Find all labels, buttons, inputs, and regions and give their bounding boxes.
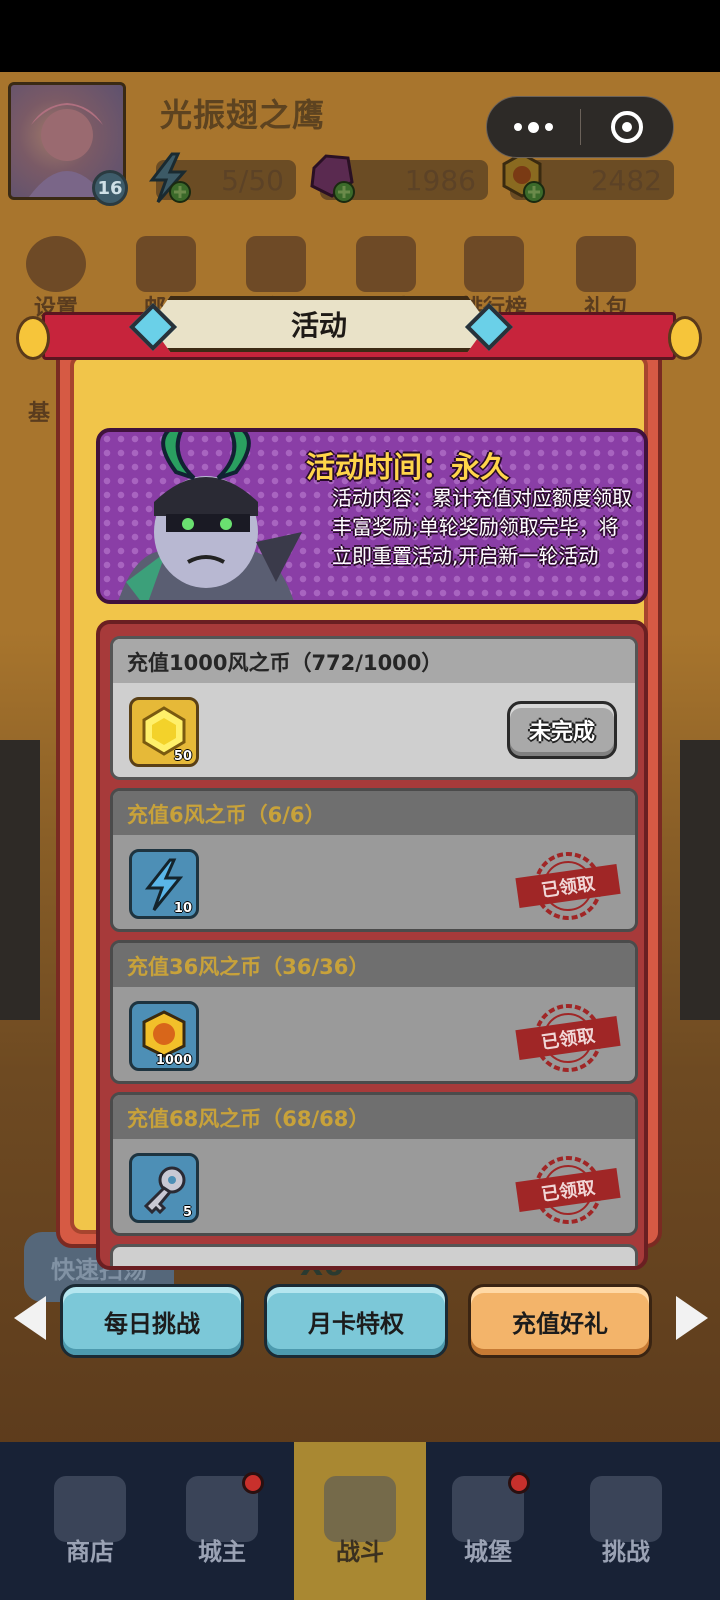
- claimed-stamp: 已领取: [515, 845, 621, 927]
- player-level-badge: 16: [92, 170, 128, 206]
- coin-counter[interactable]: 2482: [502, 152, 674, 203]
- next-arrow-icon[interactable]: [676, 1296, 708, 1340]
- dialog-frame: 活动时间：永久 活动内容：累计充值对应额度领取丰富奖励;单轮奖励领取完毕，将立即…: [56, 340, 662, 1270]
- more-button[interactable]: [487, 96, 580, 158]
- gear-icon: [26, 236, 86, 292]
- demon-hero-portrait-icon: [118, 432, 302, 600]
- prev-arrow-icon[interactable]: [14, 1296, 46, 1340]
- nav-label: 城堡: [464, 1538, 512, 1566]
- lightning-icon: [148, 152, 191, 203]
- activity-gift-icon: [246, 236, 306, 292]
- nav-label: 城主: [198, 1538, 246, 1566]
- activity-description: 活动内容：累计充值对应额度领取丰富奖励;单轮奖励领取完毕，将立即重置活动,开启新…: [332, 486, 632, 568]
- incomplete-button[interactable]: 未完成: [507, 701, 617, 759]
- reward-count: 10: [173, 901, 192, 916]
- close-miniprogram-button[interactable]: [581, 96, 673, 158]
- reward-item[interactable]: 5: [129, 1153, 199, 1223]
- gem-icon: [310, 154, 355, 203]
- reward-item[interactable]: 50: [129, 697, 199, 767]
- lamp-post-right: [680, 740, 720, 1020]
- dialog-body: 活动时间：永久 活动内容：累计充值对应额度领取丰富奖励;单轮奖励领取完毕，将立即…: [70, 354, 648, 1270]
- monthly-card-button[interactable]: 月卡特权: [264, 1284, 448, 1358]
- activity-time: 活动时间：永久: [306, 450, 510, 484]
- gem-value: 1986: [404, 163, 476, 197]
- recharge-gift-button[interactable]: 充值好礼: [468, 1284, 652, 1358]
- task-row: [110, 1244, 638, 1266]
- bottom-nav: 商店 城主 战斗 城堡 挑战: [0, 1442, 720, 1600]
- mail-icon: [136, 236, 196, 292]
- task-title: 充值6风之币（6/6）: [127, 803, 326, 827]
- miniprogram-capsule: [486, 96, 674, 158]
- target-close-icon: [610, 111, 643, 143]
- dialog-header: 活动: [16, 296, 702, 360]
- task-list[interactable]: 充值1000风之币（772/1000） 50 未完成 充值6风之币（6/6） 1…: [96, 620, 648, 1270]
- notification-dot: [508, 1472, 530, 1494]
- dialog-title: 活动: [290, 309, 347, 342]
- task-row: 充值1000风之币（772/1000） 50 未完成: [110, 636, 638, 780]
- nav-shop[interactable]: 商店: [24, 1442, 156, 1600]
- reward-count: 1000: [155, 1053, 192, 1068]
- task-row: 充值6风之币（6/6） 10 已领取: [110, 788, 638, 932]
- scroll-end-right: [668, 316, 702, 360]
- side-menu-item[interactable]: 基: [18, 365, 58, 426]
- gift-pack-icon: [576, 236, 636, 292]
- reward-item[interactable]: 1000: [129, 1001, 199, 1071]
- ranking-icon: [464, 236, 524, 292]
- energy-value: 5/50: [221, 163, 284, 197]
- menu-settings[interactable]: 设置: [16, 232, 96, 322]
- coin-value: 2482: [590, 163, 662, 197]
- nav-castle[interactable]: 城堡: [422, 1442, 554, 1600]
- activity-info-banner: 活动时间：永久 活动内容：累计充值对应额度领取丰富奖励;单轮奖励领取完毕，将立即…: [96, 428, 648, 604]
- nav-label: 战斗: [336, 1538, 384, 1566]
- notification-dot: [242, 1472, 264, 1494]
- lamp-post-left: [0, 740, 40, 1020]
- daily-challenge-button[interactable]: 每日挑战: [60, 1284, 244, 1358]
- clock-gift-icon: [356, 236, 416, 292]
- energy-counter[interactable]: 5/50: [148, 152, 296, 203]
- menu-gift-pack[interactable]: 礼包: [566, 232, 646, 322]
- activity-dialog: 活动时间：永久 活动内容：累计充值对应额度领取丰富奖励;单轮奖励领取完毕，将立即…: [16, 296, 702, 1270]
- coin-icon: [502, 152, 545, 203]
- task-row: 充值36风之币（36/36） 1000 已领取: [110, 940, 638, 1084]
- nav-battle[interactable]: 战斗: [294, 1442, 426, 1600]
- task-title: 充值36风之币（36/36）: [127, 955, 370, 979]
- player-name: 光振翅之鹰: [160, 96, 326, 134]
- more-dot-icon: [528, 121, 539, 133]
- nav-challenge[interactable]: 挑战: [560, 1442, 692, 1600]
- gem-counter[interactable]: 1986: [310, 154, 488, 203]
- task-title: 充值68风之币（68/68）: [127, 1107, 370, 1131]
- more-dot-icon: [514, 123, 522, 131]
- more-dot-icon: [545, 123, 553, 131]
- claimed-stamp: 已领取: [515, 1149, 621, 1231]
- task-row: 充值68风之币（68/68） 5 已领取: [110, 1092, 638, 1236]
- reward-count: 50: [173, 749, 192, 764]
- nav-label: 挑战: [602, 1538, 650, 1566]
- claimed-stamp: 已领取: [515, 997, 621, 1079]
- reward-item[interactable]: 10: [129, 849, 199, 919]
- scroll-end-left: [16, 316, 50, 360]
- side-menu-label: 基: [28, 401, 51, 426]
- task-title: 充值1000风之币（772/1000）: [127, 651, 443, 675]
- nav-lord[interactable]: 城主: [156, 1442, 288, 1600]
- nav-label: 商店: [66, 1538, 114, 1566]
- reward-count: 5: [182, 1205, 192, 1220]
